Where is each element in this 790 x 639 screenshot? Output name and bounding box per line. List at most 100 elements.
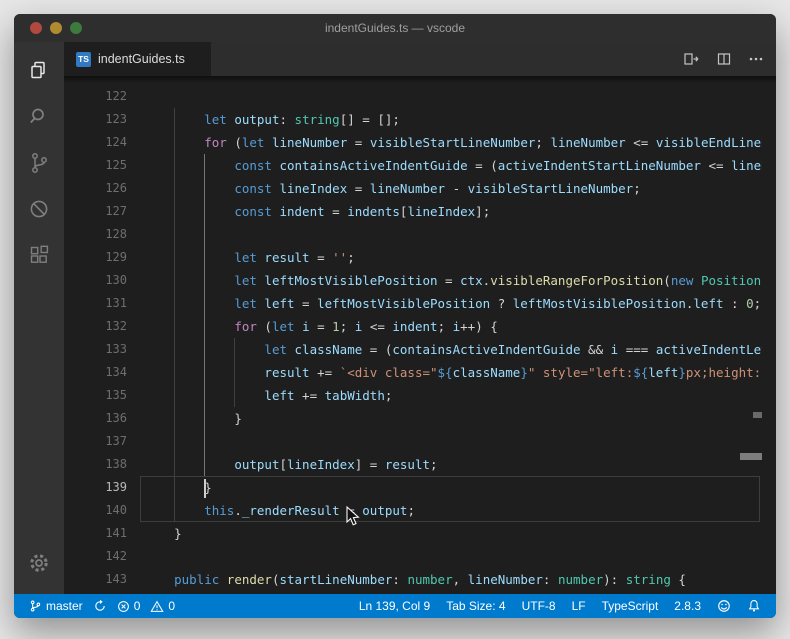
title-bar[interactable]: indentGuides.ts — vscode [14, 14, 776, 42]
overview-ruler-mark [753, 412, 762, 418]
git-branch-icon [29, 599, 42, 613]
notifications-button[interactable] [742, 599, 766, 613]
explorer-icon [27, 59, 51, 83]
line-number: 137 [64, 430, 127, 453]
code-line[interactable]: 129 let result = ''; [64, 246, 776, 269]
tab-bar: TS indentGuides.ts [64, 42, 776, 76]
debug-icon [27, 197, 51, 221]
code-line[interactable]: 132 for (let i = 1; i <= indent; i++) { [64, 315, 776, 338]
line-number: 129 [64, 246, 127, 269]
tab-size-indicator[interactable]: Tab Size: 4 [441, 599, 510, 613]
code-line[interactable]: 137 [64, 430, 776, 453]
line-number: 143 [64, 568, 127, 591]
language-indicator[interactable]: TypeScript [597, 599, 664, 613]
line-number: 138 [64, 453, 127, 476]
code-line[interactable]: 134 result += `<div class="${className}"… [64, 361, 776, 384]
typescript-version[interactable]: 2.8.3 [669, 599, 706, 613]
code-line[interactable]: 140 this._renderResult = output; [64, 499, 776, 522]
feedback-button[interactable] [712, 599, 736, 613]
warning-count: 0 [168, 599, 175, 613]
line-number: 132 [64, 315, 127, 338]
line-number: 122 [64, 85, 127, 108]
mouse-cursor [346, 506, 362, 528]
line-number: 134 [64, 361, 127, 384]
more-actions-icon[interactable] [748, 51, 764, 67]
sidebar-item-extensions[interactable] [14, 232, 64, 278]
code-line[interactable]: 138 output[lineIndex] = result; [64, 453, 776, 476]
line-number: 133 [64, 338, 127, 361]
encoding-indicator[interactable]: UTF-8 [517, 599, 561, 613]
line-number: 139 [64, 476, 127, 499]
code-line[interactable]: 127 const indent = indents[lineIndex]; [64, 200, 776, 223]
line-number: 127 [64, 200, 127, 223]
minimize-button[interactable] [50, 22, 62, 34]
sidebar-item-explorer[interactable] [14, 48, 64, 94]
traffic-lights [30, 22, 82, 34]
line-number: 131 [64, 292, 127, 315]
line-number: 125 [64, 154, 127, 177]
window-title: indentGuides.ts — vscode [325, 21, 465, 35]
line-number: 123 [64, 108, 127, 131]
warning-icon [150, 600, 164, 613]
code-line[interactable]: 124 for (let lineNumber = visibleStartLi… [64, 131, 776, 154]
error-count: 0 [134, 599, 141, 613]
overview-ruler-mark [740, 453, 762, 460]
line-number: 126 [64, 177, 127, 200]
line-number: 141 [64, 522, 127, 545]
line-number: 130 [64, 269, 127, 292]
open-changes-icon[interactable] [683, 51, 700, 67]
scroll-shadow [64, 76, 776, 83]
typescript-file-icon: TS [76, 52, 91, 67]
code-line[interactable]: 133 let className = (containsActiveInden… [64, 338, 776, 361]
code-editor[interactable]: 122123 let output: string[] = [];124 for… [64, 76, 776, 594]
cursor-position[interactable]: Ln 139, Col 9 [354, 599, 435, 613]
code-line[interactable]: 131 let left = leftMostVisiblePosition ?… [64, 292, 776, 315]
line-number: 124 [64, 131, 127, 154]
line-number: 128 [64, 223, 127, 246]
sidebar-item-source-control[interactable] [14, 140, 64, 186]
code-line[interactable]: 139 } [64, 476, 776, 499]
code-line[interactable]: 130 let leftMostVisiblePosition = ctx.vi… [64, 269, 776, 292]
sync-button[interactable] [88, 599, 112, 613]
code-line[interactable]: 125 const containsActiveIndentGuide = (a… [64, 154, 776, 177]
branch-indicator[interactable]: master [24, 599, 88, 613]
line-number: 136 [64, 407, 127, 430]
zoom-button[interactable] [70, 22, 82, 34]
cursor-caret [204, 479, 206, 498]
search-icon [27, 105, 51, 129]
code-line[interactable]: 123 let output: string[] = []; [64, 108, 776, 131]
code-line[interactable]: 122 [64, 85, 776, 108]
code-line[interactable]: 141 } [64, 522, 776, 545]
sidebar-item-search[interactable] [14, 94, 64, 140]
code-line[interactable]: 128 [64, 223, 776, 246]
error-icon [117, 600, 130, 613]
line-number: 135 [64, 384, 127, 407]
branch-name: master [46, 599, 83, 613]
code-lines: 122123 let output: string[] = [];124 for… [64, 85, 776, 591]
status-bar: master 0 [14, 594, 776, 618]
extensions-icon [27, 243, 51, 267]
activity-bar [14, 42, 64, 594]
eol-indicator[interactable]: LF [567, 599, 591, 613]
code-line[interactable]: 143 public render(startLineNumber: numbe… [64, 568, 776, 591]
code-line[interactable]: 135 left += tabWidth; [64, 384, 776, 407]
bell-icon [747, 599, 761, 613]
code-line[interactable]: 142 [64, 545, 776, 568]
smiley-icon [717, 599, 731, 613]
gear-icon [27, 551, 51, 575]
close-button[interactable] [30, 22, 42, 34]
tab-indentguides[interactable]: TS indentGuides.ts [64, 42, 211, 76]
tab-label: indentGuides.ts [98, 52, 185, 66]
sidebar-item-debug[interactable] [14, 186, 64, 232]
line-number: 140 [64, 499, 127, 522]
editor-actions [683, 42, 764, 76]
vscode-window: indentGuides.ts — vscode [14, 14, 776, 618]
split-editor-icon[interactable] [716, 51, 732, 67]
problems-indicator[interactable]: 0 0 [112, 599, 180, 613]
settings-button[interactable] [14, 540, 64, 586]
line-number: 142 [64, 545, 127, 568]
git-branch-icon [27, 151, 51, 175]
sync-icon [93, 599, 107, 613]
code-line[interactable]: 136 } [64, 407, 776, 430]
code-line[interactable]: 126 const lineIndex = lineNumber - visib… [64, 177, 776, 200]
